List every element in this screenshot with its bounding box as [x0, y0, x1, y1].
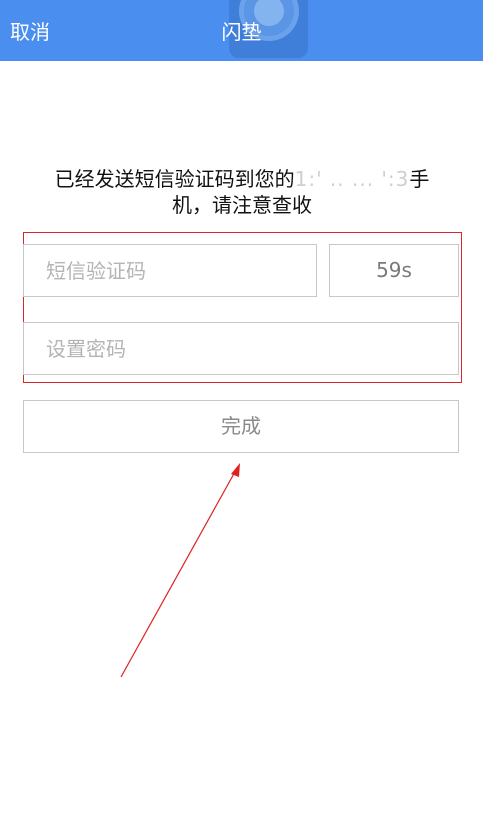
sms-sent-message: 已经发送短信验证码到您的1:' .. ... ':3手 机，请注意查收	[22, 166, 462, 218]
countdown-label: 59s	[376, 258, 412, 282]
top-bar: 取消 闪垫	[0, 0, 483, 61]
password-input[interactable]	[24, 323, 458, 374]
sms-code-input[interactable]	[24, 245, 316, 296]
sms-code-field[interactable]	[23, 244, 317, 297]
resend-countdown-button[interactable]: 59s	[329, 244, 459, 297]
message-line2: 机，请注意查收	[172, 193, 312, 217]
page-title: 闪垫	[221, 20, 262, 44]
masked-phone-number: 1:' .. ... ':3	[294, 167, 410, 191]
message-suffix: 手	[409, 167, 430, 191]
message-prefix: 已经发送短信验证码到您的	[54, 167, 295, 191]
done-button[interactable]: 完成	[23, 400, 459, 453]
password-field[interactable]	[23, 322, 459, 375]
